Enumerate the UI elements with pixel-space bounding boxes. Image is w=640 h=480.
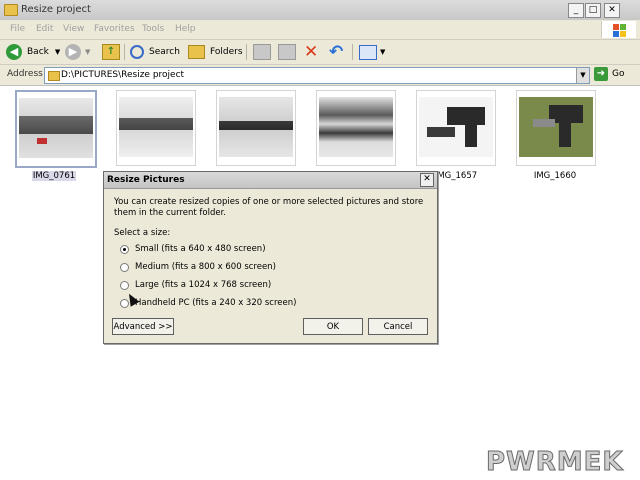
menu-help[interactable]: Help [175,24,196,34]
search-label: Search [149,47,180,57]
size-option-medium[interactable]: Medium (fits a 800 x 600 screen) [120,261,276,273]
undo-button[interactable]: ↶ [329,43,343,61]
address-label: Address [7,69,43,79]
up-folder-button[interactable]: ↑ [102,43,120,61]
toolbar: ◀ Back ▼ ▶ ▼ ↑ Search Folders ✕ ↶ ▼ [0,40,640,65]
menu-tools[interactable]: Tools [142,24,164,34]
photo-image [519,97,593,157]
photo-image [19,98,93,158]
forward-arrow-icon: ▶ [65,44,81,60]
radio-button[interactable] [120,244,129,254]
thumbnail-img-4[interactable] [316,90,396,166]
address-bar: Address D:\PICTURES\Resize project ▼ ➜ G… [0,65,640,86]
photo-image [219,97,293,157]
thumbnail-label: IMG_0761 [31,171,77,181]
size-option-label: Small (fits a 640 x 480 screen) [135,244,266,254]
move-to-icon [253,44,271,60]
maximize-button[interactable]: □ [585,3,601,18]
back-arrow-icon: ◀ [6,44,22,60]
size-option-label: Handheld PC (fits a 240 x 320 screen) [135,298,297,308]
folders-icon [188,45,205,59]
size-option-label: Large (fits a 1024 x 768 screen) [135,280,272,290]
size-option-small[interactable]: Small (fits a 640 x 480 screen) [120,243,266,255]
up-folder-icon: ↑ [102,44,120,60]
menu-bar: File Edit View Favorites Tools Help [0,20,640,40]
address-input[interactable]: D:\PICTURES\Resize project ▼ [44,67,590,84]
resize-pictures-dialog: Resize Pictures ✕ You can create resized… [103,171,438,344]
windows-logo-icon [601,21,636,38]
forward-button[interactable]: ▶ ▼ [65,43,90,61]
dialog-description: You can create resized copies of one or … [114,197,424,218]
toolbar-separator [124,44,125,60]
cancel-button[interactable]: Cancel [368,318,428,335]
watermark-logo: PWRMEK [486,447,624,478]
go-arrow-icon: ➜ [594,67,608,81]
dialog-title-bar: Resize Pictures ✕ [104,172,437,189]
size-option-large[interactable]: Large (fits a 1024 x 768 screen) [120,279,271,291]
toolbar-separator [246,44,247,60]
radio-button[interactable] [120,280,129,290]
delete-button[interactable]: ✕ [304,43,318,61]
folder-icon [48,71,60,81]
go-button[interactable]: ➜ Go [594,67,624,81]
go-label: Go [612,69,625,79]
photo-image [419,97,493,157]
menu-view[interactable]: View [63,24,84,34]
photo-image [319,97,393,157]
toolbar-separator [352,44,353,60]
menu-edit[interactable]: Edit [36,24,53,34]
search-icon [130,45,144,59]
size-option-handheld[interactable]: Handheld PC (fits a 240 x 320 screen) [120,297,296,309]
thumbnail-label: IMG_1660 [533,171,577,181]
close-button[interactable]: ✕ [604,3,620,18]
menu-favorites[interactable]: Favorites [94,24,135,34]
minimize-button[interactable]: _ [568,3,584,18]
forward-dropdown-icon[interactable]: ▼ [85,48,90,56]
advanced-button[interactable]: Advanced >> [112,318,174,335]
folders-button[interactable]: Folders [188,43,243,61]
delete-icon: ✕ [304,42,319,62]
move-to-button[interactable] [253,43,271,61]
copy-to-button[interactable] [278,43,296,61]
thumbnail-img-3[interactable] [216,90,296,166]
undo-icon: ↶ [329,42,344,62]
photo-image [119,97,193,157]
address-dropdown-icon[interactable]: ▼ [576,68,589,83]
back-button[interactable]: ◀ Back ▼ [6,43,60,61]
thumbnail-img-0761[interactable] [15,90,97,168]
thumbnail-img-2[interactable] [116,90,196,166]
copy-to-icon [278,44,296,60]
address-path: D:\PICTURES\Resize project [61,70,185,80]
folder-icon [4,4,18,16]
thumbnail-img-1660[interactable] [516,90,596,166]
dialog-close-button[interactable]: ✕ [420,173,434,187]
back-dropdown-icon[interactable]: ▼ [55,48,60,56]
radio-button[interactable] [120,262,129,272]
select-size-label: Select a size: [114,228,171,238]
dialog-title: Resize Pictures [107,175,185,185]
title-bar: Resize project _ □ ✕ [0,0,640,21]
window-title: Resize project [21,4,91,15]
folders-label: Folders [210,47,243,57]
size-option-label: Medium (fits a 800 x 600 screen) [135,262,276,272]
thumbnail-img-1657[interactable] [416,90,496,166]
ok-button[interactable]: OK [303,318,363,335]
views-button[interactable]: ▼ [359,43,385,61]
search-button[interactable]: Search [130,43,180,61]
back-label: Back [27,47,49,57]
views-dropdown-icon: ▼ [380,48,386,56]
menu-file[interactable]: File [10,24,25,34]
views-icon [359,44,377,60]
